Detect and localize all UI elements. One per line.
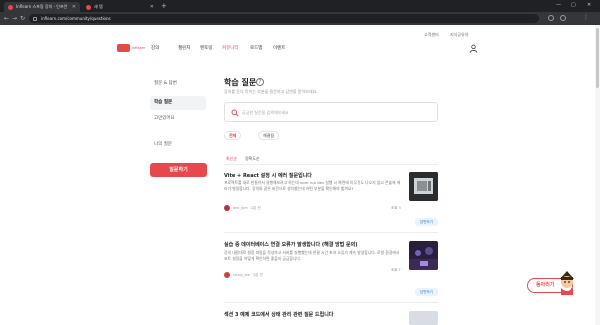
address-bar[interactable]: inflearn.com/community/questions — [29, 14, 539, 23]
user-icon[interactable] — [469, 44, 478, 53]
utility-link[interactable]: 지식공유자 — [450, 32, 468, 38]
sidebar-item-my-questions[interactable]: 나의 질문 — [150, 138, 206, 152]
divider — [224, 164, 438, 165]
page-scrollbar-thumb[interactable] — [596, 28, 599, 88]
question-thumbnail — [409, 311, 438, 325]
tab-title: Inflearn 스프링 강의 - 인프런 — [16, 4, 68, 9]
answer-button[interactable]: 답변하기 — [415, 218, 438, 226]
utility-link[interactable]: 고객센터 — [424, 32, 439, 38]
question-author: study_lee · 5분 전 — [224, 272, 263, 278]
close-window-icon[interactable]: ✕ — [587, 2, 591, 8]
close-tab-icon[interactable]: ✕ — [150, 4, 154, 10]
filter-all[interactable]: 전체 — [224, 131, 242, 140]
answer-button[interactable]: 답변하기 — [415, 288, 438, 296]
site-favicon-icon — [8, 4, 13, 10]
question-title[interactable]: 실습 중 데이터베이스 연결 오류가 발생합니다 (해결 방법 문의) — [224, 241, 404, 248]
divider — [224, 232, 438, 233]
profile-icon[interactable] — [560, 15, 566, 21]
close-tab-icon[interactable]: ✕ — [72, 4, 76, 10]
mascot-avatar-icon — [560, 271, 574, 295]
question-excerpt: 프로젝트를 새로 만들어서 실행해보려고 하는데 npm run dev 실행 … — [224, 180, 401, 191]
extensions-icon[interactable] — [548, 15, 554, 21]
new-tab-button[interactable]: + — [161, 2, 167, 10]
forward-icon[interactable]: → — [12, 15, 17, 22]
browser-toolbar: ← → ↻ inflearn.com/community/questions ⋮ — [0, 12, 600, 25]
avatar — [224, 205, 230, 211]
nav-item-community[interactable]: 커뮤니티 — [222, 45, 239, 51]
nav-item[interactable]: 로드맵 — [250, 45, 262, 51]
filter-label: 전체 — [229, 132, 237, 138]
question-stats: 조회 3 — [391, 206, 401, 210]
search-box — [224, 102, 438, 122]
browser-tab[interactable]: 새 탭 ✕ — [82, 2, 158, 12]
question-title[interactable]: Vite + React 설정 시 에러 질문입니다 — [224, 172, 404, 179]
sidebar-item-qna[interactable]: 질문 & 답변 — [150, 77, 206, 91]
browser-tab-active[interactable]: Inflearn 스프링 강의 - 인프런 ✕ — [4, 2, 80, 12]
ask-question-button[interactable]: 질문하기 — [150, 163, 207, 177]
sort-latest[interactable]: 최신순 — [226, 156, 237, 162]
author-text: dev_kim · 2분 전 — [233, 205, 261, 210]
question-author: dev_kim · 2분 전 — [224, 205, 261, 211]
sidebar-item-study-questions[interactable]: 학습 질문 — [150, 96, 206, 110]
question-thumbnail — [409, 172, 438, 201]
maximize-icon[interactable]: ▢ — [571, 2, 576, 8]
nav-item[interactable]: 이벤트 — [273, 45, 285, 51]
site-favicon-icon — [86, 4, 91, 10]
sort-accuracy[interactable]: 정확도순 — [245, 156, 260, 162]
avatar — [224, 272, 230, 278]
reload-icon[interactable]: ↻ — [20, 15, 25, 22]
nav-item[interactable]: 멘토링 — [200, 45, 212, 51]
filter-label: 해결됨 — [263, 132, 275, 138]
question-stats: 조회 7 — [391, 268, 401, 272]
nav-item[interactable]: 강의 — [151, 45, 159, 51]
browser-tabbar: Inflearn 스프링 강의 - 인프런 ✕ 새 탭 ✕ + — ▢ ✕ — [0, 0, 600, 12]
logo-text: inflearn — [132, 46, 146, 50]
logo-mark-icon — [117, 44, 130, 52]
question-title[interactable]: 섹션 3 예제 코드에서 상태 관리 관련 질문 드립니다 — [224, 311, 404, 318]
thumbnail-image — [409, 172, 438, 201]
back-icon[interactable]: ← — [4, 15, 9, 22]
search-icon — [231, 109, 239, 117]
tab-title: 새 탭 — [94, 4, 103, 9]
author-text: study_lee · 5분 전 — [233, 272, 263, 277]
thumbnail-image — [409, 241, 438, 270]
url-text: inflearn.com/community/questions — [41, 16, 111, 21]
sidebar-item-worries[interactable]: 고민있어요 — [150, 112, 206, 126]
filter-solved[interactable]: 해결됨 — [258, 131, 280, 140]
help-icon[interactable]: ? — [256, 78, 264, 86]
question-excerpt: 강의 내용대로 설정 파일을 작성하고 서버를 실행했는데 연결 시간 초과 오… — [224, 250, 400, 261]
question-thumbnail — [409, 241, 438, 270]
site-logo[interactable]: inflearn — [117, 44, 146, 52]
site-info-icon[interactable] — [33, 16, 37, 21]
divider — [224, 302, 438, 303]
nav-item[interactable]: 챌린지 — [178, 45, 190, 51]
page-title: 학습 질문 — [224, 78, 257, 87]
search-input[interactable] — [242, 108, 422, 116]
page-description: 강의를 듣다 막히는 부분을 질문하고 답변을 받아보세요. — [224, 89, 318, 94]
minimize-icon[interactable]: — — [556, 2, 561, 8]
browser-menu-icon[interactable]: ⋮ — [583, 14, 589, 21]
